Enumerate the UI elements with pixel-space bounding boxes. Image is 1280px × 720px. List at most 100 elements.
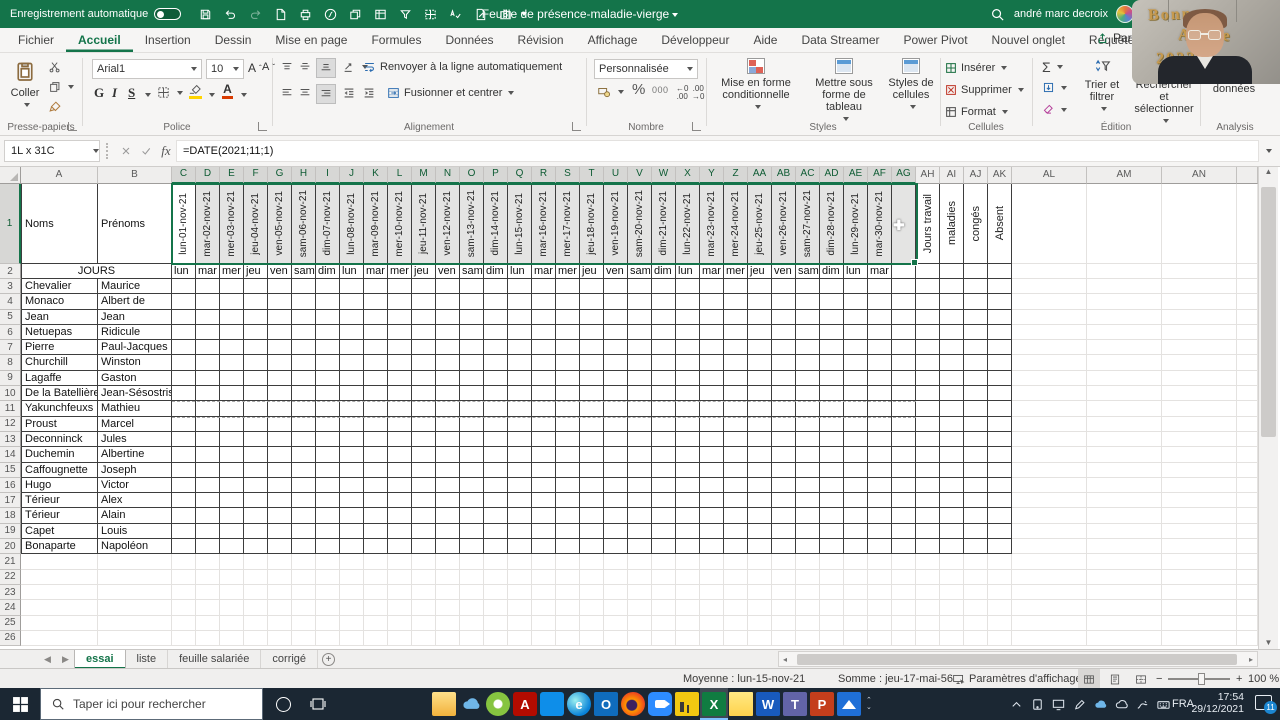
sheet-tab-feuille-salariée[interactable]: feuille salariée bbox=[168, 650, 262, 669]
vertical-scroll-thumb[interactable] bbox=[1261, 187, 1276, 437]
formula-input[interactable]: =DATE(2021;11;1) bbox=[176, 140, 1259, 162]
cell[interactable] bbox=[220, 584, 244, 601]
cell[interactable]: Albert de bbox=[98, 294, 172, 310]
cell[interactable] bbox=[268, 401, 292, 417]
cell[interactable] bbox=[532, 630, 556, 647]
cell[interactable] bbox=[292, 386, 316, 402]
cell[interactable] bbox=[964, 630, 988, 647]
cell[interactable] bbox=[1237, 416, 1258, 432]
cell[interactable] bbox=[844, 324, 868, 341]
column-header-AF[interactable]: AF bbox=[868, 167, 892, 184]
cell[interactable] bbox=[868, 309, 892, 325]
cell[interactable] bbox=[868, 431, 892, 448]
cell[interactable] bbox=[268, 508, 292, 524]
font-name-select[interactable]: Arial1 bbox=[92, 59, 202, 79]
cell[interactable] bbox=[868, 355, 892, 371]
cell[interactable] bbox=[508, 386, 532, 402]
column-header-Z[interactable]: Z bbox=[724, 167, 748, 184]
cell[interactable] bbox=[580, 340, 604, 356]
cell[interactable] bbox=[844, 279, 868, 295]
cell[interactable] bbox=[1087, 615, 1162, 631]
cell[interactable] bbox=[436, 324, 460, 341]
cell[interactable] bbox=[172, 370, 196, 387]
align-left-button[interactable] bbox=[280, 86, 294, 100]
cell[interactable] bbox=[556, 554, 580, 570]
cell[interactable] bbox=[700, 447, 724, 463]
column-header-N[interactable]: N bbox=[436, 167, 460, 184]
cell[interactable] bbox=[676, 386, 700, 402]
cell[interactable] bbox=[388, 523, 412, 540]
cell[interactable] bbox=[508, 477, 532, 494]
column-header-AB[interactable]: AB bbox=[772, 167, 796, 184]
cell[interactable] bbox=[172, 294, 196, 310]
cell[interactable] bbox=[1162, 264, 1237, 279]
cell[interactable] bbox=[196, 370, 220, 387]
cell[interactable] bbox=[340, 584, 364, 601]
row-header-2[interactable]: 2 bbox=[0, 264, 21, 279]
cell[interactable] bbox=[268, 569, 292, 585]
cell[interactable]: jeu-25-nov-21 bbox=[748, 184, 772, 264]
cell[interactable] bbox=[676, 279, 700, 295]
cell[interactable] bbox=[98, 600, 172, 616]
cell[interactable] bbox=[964, 309, 988, 325]
cell[interactable] bbox=[700, 539, 724, 555]
cell[interactable] bbox=[868, 630, 892, 647]
cell[interactable]: jeu-11-nov-21 bbox=[412, 184, 436, 264]
cell[interactable] bbox=[98, 584, 172, 601]
cell[interactable] bbox=[220, 493, 244, 509]
cell[interactable] bbox=[1012, 493, 1087, 509]
cell[interactable] bbox=[868, 569, 892, 585]
cell[interactable] bbox=[1012, 539, 1087, 555]
cell[interactable] bbox=[340, 370, 364, 387]
cell[interactable] bbox=[748, 630, 772, 647]
cell[interactable] bbox=[508, 584, 532, 601]
cell[interactable] bbox=[460, 508, 484, 524]
cell[interactable] bbox=[844, 309, 868, 325]
cell[interactable] bbox=[724, 523, 748, 540]
cell[interactable] bbox=[652, 569, 676, 585]
cell[interactable] bbox=[916, 309, 940, 325]
increase-indent-button[interactable] bbox=[362, 86, 376, 100]
cell[interactable] bbox=[580, 294, 604, 310]
cell[interactable] bbox=[844, 615, 868, 631]
autosave-control[interactable]: Enregistrement automatique bbox=[10, 8, 182, 20]
cell[interactable] bbox=[1237, 447, 1258, 463]
cell[interactable] bbox=[676, 508, 700, 524]
taskbar-search-input[interactable]: Taper ici pour rechercher bbox=[40, 688, 263, 720]
cell[interactable]: Jean bbox=[21, 309, 98, 325]
cell[interactable]: sam-13-nov-21 bbox=[460, 184, 484, 264]
cell[interactable] bbox=[988, 615, 1012, 631]
cell[interactable] bbox=[916, 615, 940, 631]
cell[interactable] bbox=[580, 493, 604, 509]
cell[interactable] bbox=[244, 493, 268, 509]
cell[interactable] bbox=[1012, 184, 1087, 264]
page-layout-view-button[interactable] bbox=[1104, 669, 1126, 689]
cell[interactable] bbox=[316, 309, 340, 325]
cell[interactable] bbox=[292, 615, 316, 631]
cell[interactable] bbox=[532, 493, 556, 509]
cell[interactable] bbox=[364, 569, 388, 585]
cell[interactable] bbox=[1087, 184, 1162, 264]
cell[interactable] bbox=[940, 554, 964, 570]
taskbar-app-acrobat[interactable]: A bbox=[511, 688, 539, 720]
cell[interactable] bbox=[436, 615, 460, 631]
cell[interactable] bbox=[796, 477, 820, 494]
cell[interactable] bbox=[460, 370, 484, 387]
cell[interactable]: lun-15-nov-21 bbox=[508, 184, 532, 264]
cell[interactable] bbox=[844, 386, 868, 402]
cell[interactable] bbox=[436, 386, 460, 402]
cell[interactable] bbox=[292, 279, 316, 295]
cell[interactable] bbox=[892, 447, 916, 463]
cell[interactable] bbox=[556, 447, 580, 463]
align-right-button[interactable] bbox=[316, 84, 336, 104]
cell[interactable] bbox=[1087, 600, 1162, 616]
cell[interactable] bbox=[820, 401, 844, 417]
cell[interactable] bbox=[1162, 462, 1237, 478]
cell[interactable]: Deconninck bbox=[21, 431, 98, 448]
cell[interactable] bbox=[700, 600, 724, 616]
cell[interactable] bbox=[796, 324, 820, 341]
cell[interactable] bbox=[1012, 600, 1087, 616]
cell[interactable] bbox=[988, 386, 1012, 402]
cell[interactable] bbox=[676, 523, 700, 540]
cell[interactable] bbox=[460, 630, 484, 647]
